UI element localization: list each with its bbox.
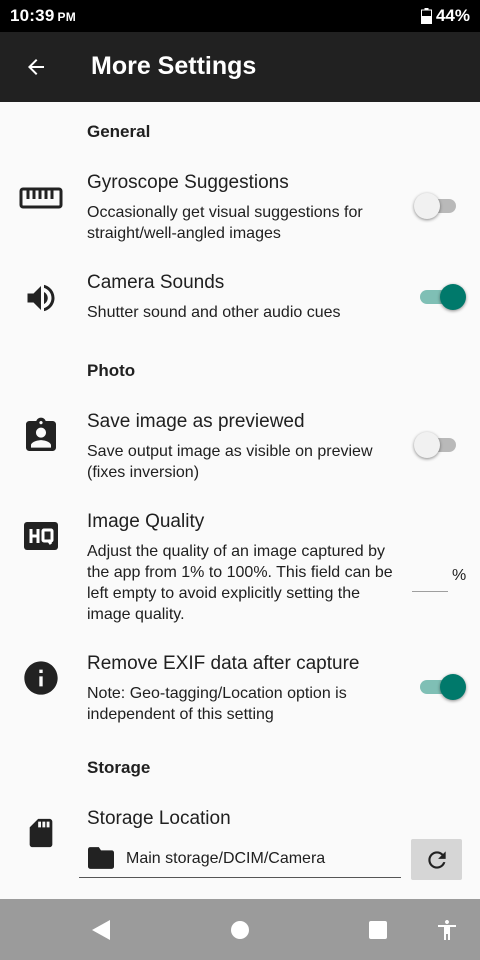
image-quality-summary: Adjust the quality of an image captured …	[87, 543, 393, 623]
info-icon	[16, 653, 66, 703]
switch-thumb	[414, 193, 440, 219]
sd-card-icon	[16, 808, 66, 858]
image-quality-title: Image Quality	[87, 511, 205, 532]
remove-exif-switch[interactable]	[414, 672, 466, 702]
section-header-general: General	[87, 122, 151, 141]
switch-thumb	[440, 674, 466, 700]
nav-back-button[interactable]	[81, 910, 121, 950]
save-as-previewed-switch[interactable]	[414, 430, 464, 460]
status-ampm: PM	[57, 10, 76, 24]
gyroscope-suggestions-title: Gyroscope Suggestions	[87, 172, 289, 193]
arrow-back-icon	[28, 59, 44, 75]
image-quality-input[interactable]	[412, 565, 448, 592]
section-header-photo: Photo	[87, 361, 136, 380]
storage-location-path: Main storage/DCIM/Camera	[126, 850, 326, 867]
folder-icon	[88, 847, 114, 869]
nav-home-icon	[231, 921, 249, 939]
gyroscope-suggestions-summary: Occasionally get visual suggestions for …	[87, 204, 363, 242]
status-bar: 10:39 PM 44%	[0, 0, 480, 32]
save-as-previewed-summary: Save output image as visible on preview …	[87, 443, 373, 481]
page-title: More Settings	[91, 52, 257, 80]
camera-sounds-summary: Shutter sound and other audio cues	[87, 304, 341, 321]
switch-thumb	[440, 284, 466, 310]
battery-icon	[421, 8, 432, 24]
switch-thumb	[414, 432, 440, 458]
hq-icon	[16, 511, 66, 561]
navigation-bar	[0, 899, 480, 960]
camera-sounds-row[interactable]	[0, 257, 480, 337]
remove-exif-summary: Note: Geo-tagging/Location option is ind…	[87, 685, 347, 723]
save-as-previewed-title: Save image as previewed	[87, 411, 305, 432]
volume-up-icon	[16, 273, 66, 323]
image-quality-unit: %	[452, 567, 467, 584]
gyroscope-suggestions-switch[interactable]	[414, 191, 464, 221]
status-time-value: 10:39	[10, 6, 55, 25]
refresh-button[interactable]	[411, 839, 462, 880]
camera-sounds-title: Camera Sounds	[87, 272, 225, 293]
storage-location-field[interactable]: Main storage/DCIM/Camera	[79, 840, 401, 878]
accessibility-icon	[438, 920, 456, 940]
nav-home-button[interactable]	[220, 910, 260, 950]
nav-recents-button[interactable]	[358, 910, 398, 950]
nav-back-icon	[92, 920, 110, 940]
refresh-icon	[427, 850, 446, 869]
battery-level: 44%	[435, 6, 470, 25]
app-bar: More Settings	[0, 32, 480, 102]
ruler-icon	[16, 173, 66, 223]
camera-sounds-switch[interactable]	[414, 282, 466, 312]
storage-location-title: Storage Location	[87, 808, 231, 829]
status-time: 10:39 PM	[10, 6, 76, 26]
section-header-storage: Storage	[87, 758, 151, 777]
badge-icon	[16, 411, 66, 461]
back-button[interactable]	[14, 45, 58, 89]
accessibility-button[interactable]	[427, 910, 467, 950]
remove-exif-title: Remove EXIF data after capture	[87, 653, 360, 674]
nav-recents-icon	[369, 921, 387, 939]
